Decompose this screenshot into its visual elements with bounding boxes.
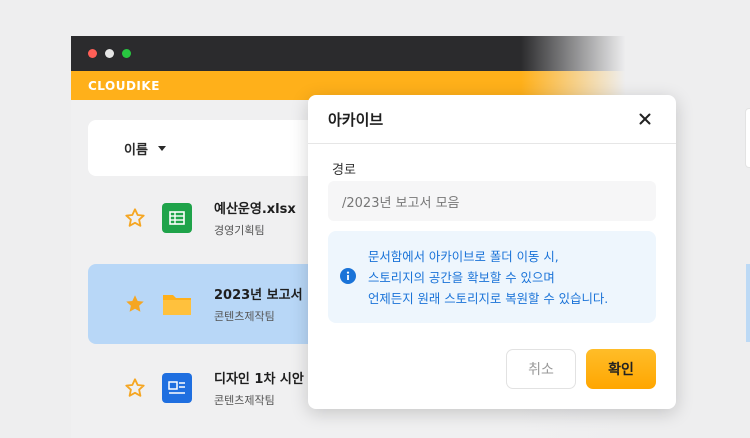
title-bar: [71, 36, 631, 71]
dialog-header: 아카이브: [308, 95, 676, 144]
file-owner: 경영기획팀: [214, 224, 265, 237]
archive-dialog: 아카이브 경로 문서함에서 아카이브로 폴더 이동 시, 스토리지의 공간을 확…: [308, 95, 676, 409]
file-owner: 콘텐츠제작팀: [214, 310, 275, 323]
dialog-title: 아카이브: [328, 110, 384, 129]
info-icon: [340, 268, 356, 284]
caret-down-icon[interactable]: [157, 145, 166, 151]
path-label: 경로: [332, 163, 356, 178]
star-outline-icon[interactable]: [124, 207, 146, 229]
info-line: 언제든지 원래 스토리지로 복원할 수 있습니다.: [368, 291, 609, 306]
close-window-dot[interactable]: [88, 49, 97, 58]
star-outline-icon[interactable]: [124, 377, 146, 399]
file-name[interactable]: 예산운영.xlsx: [214, 198, 296, 217]
info-line: 스토리지의 공간을 확보할 수 있으며: [368, 270, 555, 285]
background-window-edge: [745, 108, 750, 168]
info-message: 문서함에서 아카이브로 폴더 이동 시, 스토리지의 공간을 확보할 수 있으며…: [368, 246, 608, 309]
cancel-button[interactable]: 취소: [506, 349, 576, 389]
brand-logo: CLOUDIKE: [88, 78, 160, 93]
presentation-icon: [162, 373, 192, 403]
folder-icon: [162, 289, 192, 319]
maximize-window-dot[interactable]: [122, 49, 131, 58]
minimize-window-dot[interactable]: [105, 49, 114, 58]
sort-by-name-label[interactable]: 이름: [124, 139, 148, 158]
path-input[interactable]: [328, 181, 656, 221]
confirm-button[interactable]: 확인: [586, 349, 656, 389]
file-name[interactable]: 디자인 1차 시안: [214, 368, 304, 387]
close-icon[interactable]: [636, 110, 654, 128]
star-filled-icon[interactable]: [124, 293, 146, 315]
spreadsheet-icon: [162, 203, 192, 233]
background-selection-edge: [746, 264, 750, 342]
info-line: 문서함에서 아카이브로 폴더 이동 시,: [368, 249, 559, 264]
file-name[interactable]: 2023년 보고서: [214, 284, 303, 303]
file-owner: 콘텐츠제작팀: [214, 394, 275, 407]
info-box: 문서함에서 아카이브로 폴더 이동 시, 스토리지의 공간을 확보할 수 있으며…: [328, 231, 656, 323]
